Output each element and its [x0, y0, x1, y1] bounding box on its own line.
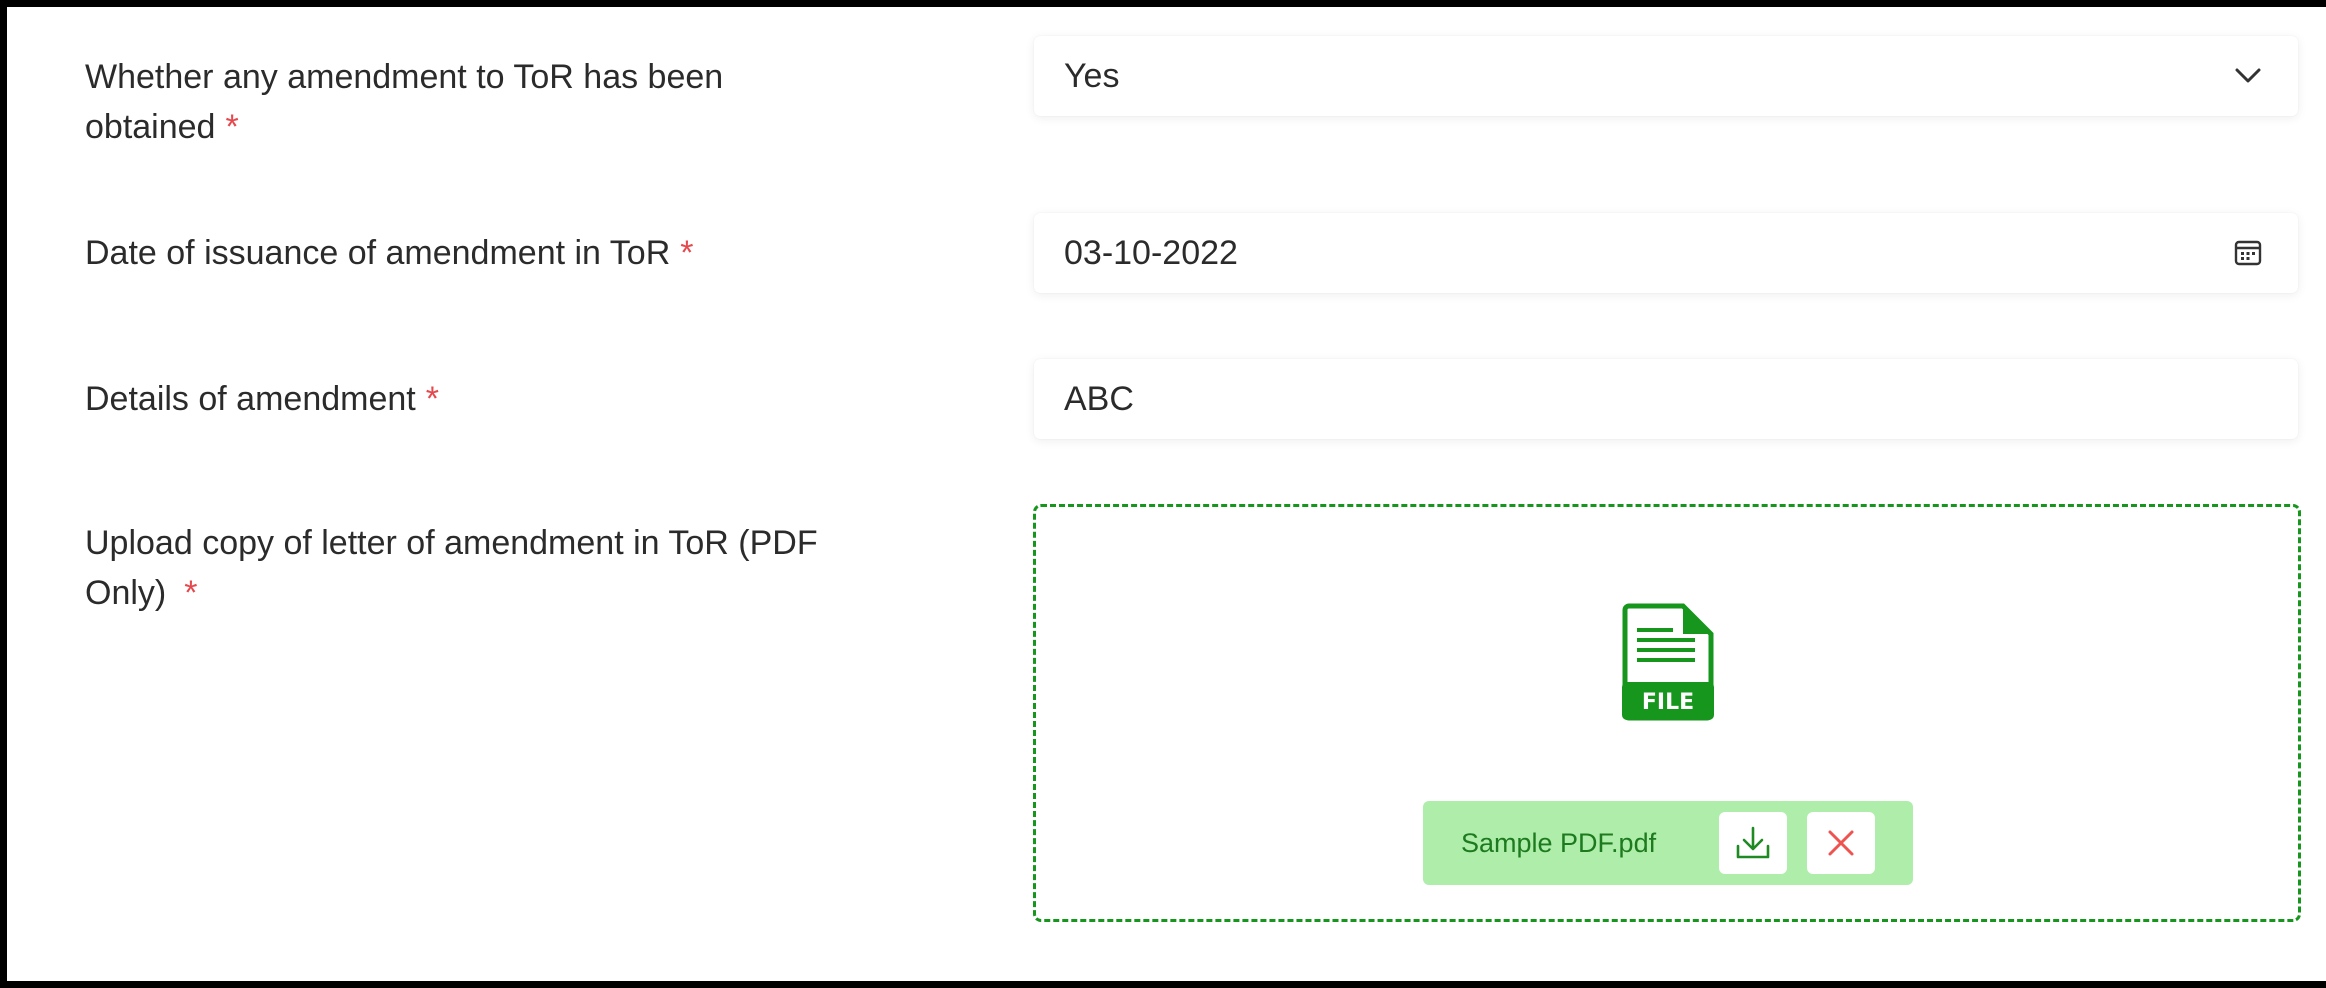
required-marker: * — [680, 234, 694, 272]
file-icon-text: FILE — [1642, 690, 1694, 715]
amendment-details-input[interactable]: ABC — [1034, 359, 2298, 439]
calendar-icon[interactable] — [2230, 235, 2266, 271]
upload-letter-label: Upload copy of letter of amendment in To… — [85, 518, 945, 618]
form-panel: Whether any amendment to ToR has been ob… — [0, 0, 2326, 988]
required-marker: * — [225, 108, 239, 146]
file-upload-dropzone[interactable]: FILE Sample PDF.pdf — [1033, 504, 2301, 922]
amendment-obtained-value: Yes — [1064, 56, 1120, 95]
amendment-details-label: Details of amendment * — [85, 374, 945, 424]
file-document-icon: FILE — [1622, 603, 1714, 721]
required-marker: * — [184, 574, 198, 612]
amendment-details-value: ABC — [1064, 379, 1134, 418]
uploaded-file-chip: Sample PDF.pdf — [1423, 801, 1913, 885]
upload-letter-label-line2: Only) — [85, 574, 167, 612]
upload-letter-label-line1: Upload copy of letter of amendment in To… — [85, 524, 818, 562]
remove-file-button[interactable] — [1807, 812, 1875, 874]
download-button[interactable] — [1719, 812, 1787, 874]
amendment-obtained-label-line2: obtained — [85, 108, 216, 146]
amendment-obtained-label: Whether any amendment to ToR has been ob… — [85, 52, 945, 152]
amendment-details-label-text: Details of amendment — [85, 380, 416, 418]
required-marker: * — [425, 380, 439, 418]
chevron-down-icon[interactable] — [2230, 58, 2266, 94]
close-icon — [1828, 830, 1854, 856]
uploaded-file-name: Sample PDF.pdf — [1461, 827, 1657, 858]
download-icon — [1736, 826, 1770, 859]
issuance-date-label: Date of issuance of amendment in ToR * — [85, 228, 945, 278]
issuance-date-label-text: Date of issuance of amendment in ToR — [85, 234, 671, 272]
issuance-date-input[interactable]: 03-10-2022 — [1034, 213, 2298, 293]
amendment-obtained-label-line1: Whether any amendment to ToR has been — [85, 58, 724, 96]
issuance-date-value: 03-10-2022 — [1064, 233, 1238, 272]
amendment-obtained-select[interactable]: Yes — [1034, 36, 2298, 116]
